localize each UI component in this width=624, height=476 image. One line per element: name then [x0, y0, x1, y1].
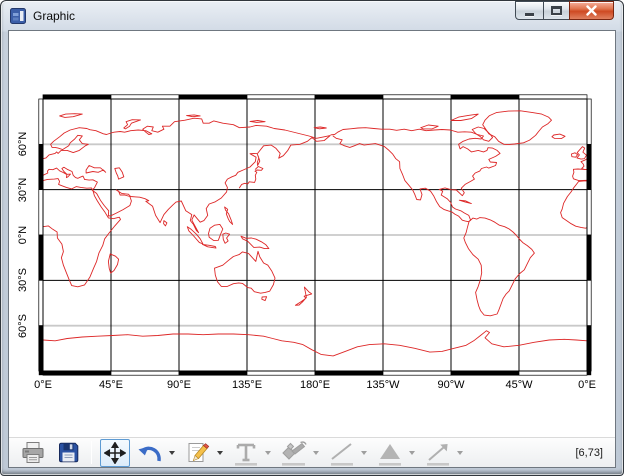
pan-icon: [104, 441, 126, 464]
line-dropdown[interactable]: [357, 439, 370, 467]
chevron-down-icon: [456, 450, 463, 455]
chevron-down-icon: [360, 450, 367, 455]
undo-tool-group: [135, 439, 178, 467]
printer-icon: [20, 441, 46, 464]
print-tool-group: [18, 439, 48, 467]
arrow-tool-group: [423, 439, 466, 467]
caption-buttons: [515, 1, 614, 20]
pan-button[interactable]: [100, 438, 130, 467]
text-tool-group: [231, 439, 274, 467]
undo-icon: [137, 442, 164, 463]
x-tick-label: 90°E: [167, 379, 191, 391]
graphic-app-icon: [10, 7, 26, 24]
annotate-dropdown[interactable]: [213, 439, 226, 467]
minimize-icon: [525, 12, 534, 16]
maximize-icon: [551, 6, 562, 15]
client-area: 0°E 45°E 90°E 135°E 180°E 135°W 90°W 45°W 0°E 60°…: [8, 30, 616, 468]
graphic-window: Graphic 0°E 45°E 90°E 135°E 180°E 135°W 90°W 45…: [0, 0, 624, 476]
arrow-icon: [425, 440, 451, 466]
print-button[interactable]: [18, 439, 48, 467]
x-tick-label: 45°E: [99, 379, 123, 391]
toolbar-tools: [13, 438, 466, 467]
minimize-button[interactable]: [515, 1, 544, 20]
save-icon: [57, 441, 80, 464]
x-tick-label: 90°W: [437, 379, 465, 391]
polygon-icon: [377, 440, 403, 466]
y-tick-label: 30°N: [17, 177, 29, 202]
save-button[interactable]: [53, 439, 83, 467]
cursor-coords: [6,73]: [575, 446, 603, 459]
chevron-down-icon: [408, 450, 415, 455]
arrow-dropdown[interactable]: [453, 439, 466, 467]
text-button[interactable]: [231, 439, 261, 467]
x-tick-label: 135°W: [366, 379, 400, 391]
y-tick-label: 0°N: [17, 225, 29, 245]
polygon-tool-group: [375, 439, 418, 467]
chevron-down-icon: [312, 450, 319, 455]
x-tick-label: 0°E: [34, 379, 52, 391]
x-tick-label: 0°E: [578, 379, 596, 391]
map-svg: [38, 94, 592, 376]
y-tick-label: 60°N: [17, 132, 29, 157]
polygon-button[interactable]: [375, 439, 405, 467]
chevron-down-icon: [264, 450, 271, 455]
save-tool-group: [53, 439, 83, 467]
brush-tool-group: [279, 439, 322, 467]
map-area[interactable]: 0°E 45°E 90°E 135°E 180°E 135°W 90°W 45°W 0°E 60°…: [9, 31, 615, 437]
text-dropdown[interactable]: [261, 439, 274, 467]
brush-button[interactable]: [279, 439, 309, 467]
close-icon: [585, 5, 598, 16]
pan-tool-group: [100, 438, 130, 467]
y-tick-label: 30°S: [17, 268, 29, 293]
text-icon: [233, 440, 259, 466]
undo-dropdown[interactable]: [165, 439, 178, 467]
y-tick-label: 60°S: [17, 313, 29, 338]
toolbar: [6,73]: [9, 437, 615, 467]
brush-dropdown[interactable]: [309, 439, 322, 467]
arrow-button[interactable]: [423, 439, 453, 467]
brush-icon: [279, 440, 309, 466]
polygon-dropdown[interactable]: [405, 439, 418, 467]
x-tick-label: 45°W: [505, 379, 533, 391]
x-tick-label: 180°E: [299, 379, 331, 391]
close-button[interactable]: [569, 1, 614, 20]
pencil-icon: [186, 441, 210, 465]
line-icon: [329, 440, 355, 466]
x-tick-label: 135°E: [231, 379, 263, 391]
line-button[interactable]: [327, 439, 357, 467]
chevron-down-icon: [168, 450, 175, 455]
maximize-button[interactable]: [543, 1, 570, 20]
toolbar-separator: [91, 441, 92, 464]
chevron-down-icon: [216, 450, 223, 455]
line-tool-group: [327, 439, 370, 467]
annotate-button[interactable]: [183, 439, 213, 467]
annotate-tool-group: [183, 439, 226, 467]
undo-button[interactable]: [135, 439, 165, 467]
window-title: Graphic: [33, 8, 76, 23]
